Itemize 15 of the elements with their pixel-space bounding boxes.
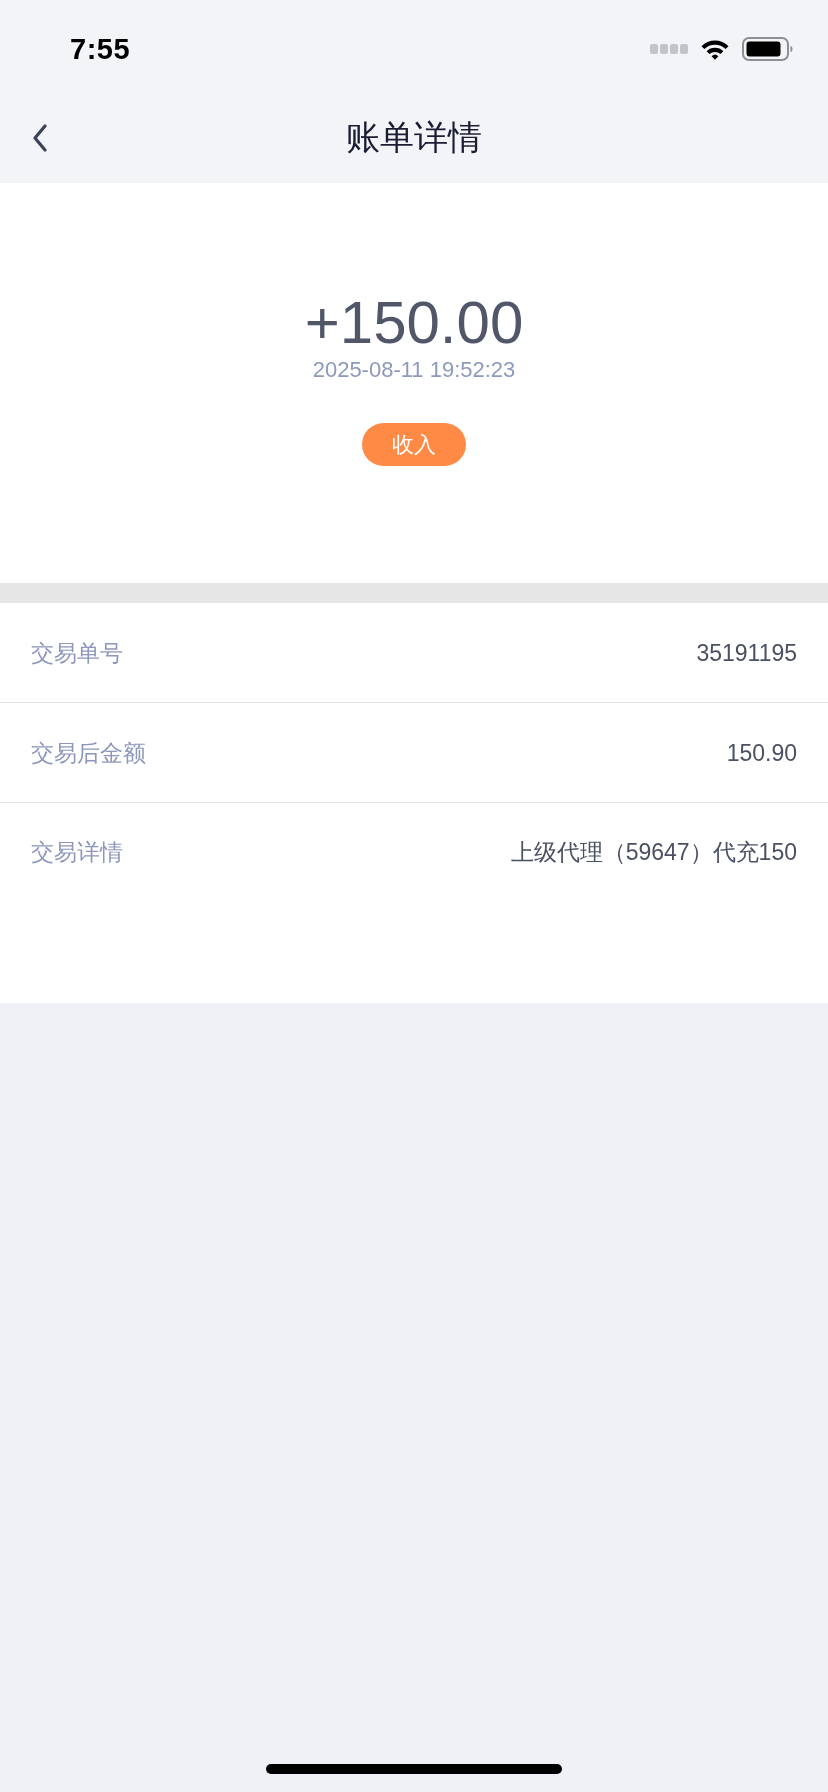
detail-label: 交易详情 xyxy=(31,838,123,866)
detail-value: 150.90 xyxy=(726,738,797,767)
page-title: 账单详情 xyxy=(346,116,482,158)
status-time: 7:55 xyxy=(70,32,131,66)
battery-icon xyxy=(742,37,794,61)
wifi-icon xyxy=(700,38,730,60)
detail-label: 交易单号 xyxy=(31,638,123,667)
income-tag: 收入 xyxy=(362,423,466,466)
detail-value: 35191195 xyxy=(696,638,797,667)
transaction-datetime: 2025-08-11 19:52:23 xyxy=(312,357,516,383)
amount-text: +150.00 xyxy=(304,291,524,355)
signal-icon xyxy=(650,44,688,54)
detail-value: 上级代理（59647）代充150 xyxy=(510,838,797,866)
detail-label: 交易后金额 xyxy=(31,738,146,767)
back-chevron-icon xyxy=(32,123,48,152)
